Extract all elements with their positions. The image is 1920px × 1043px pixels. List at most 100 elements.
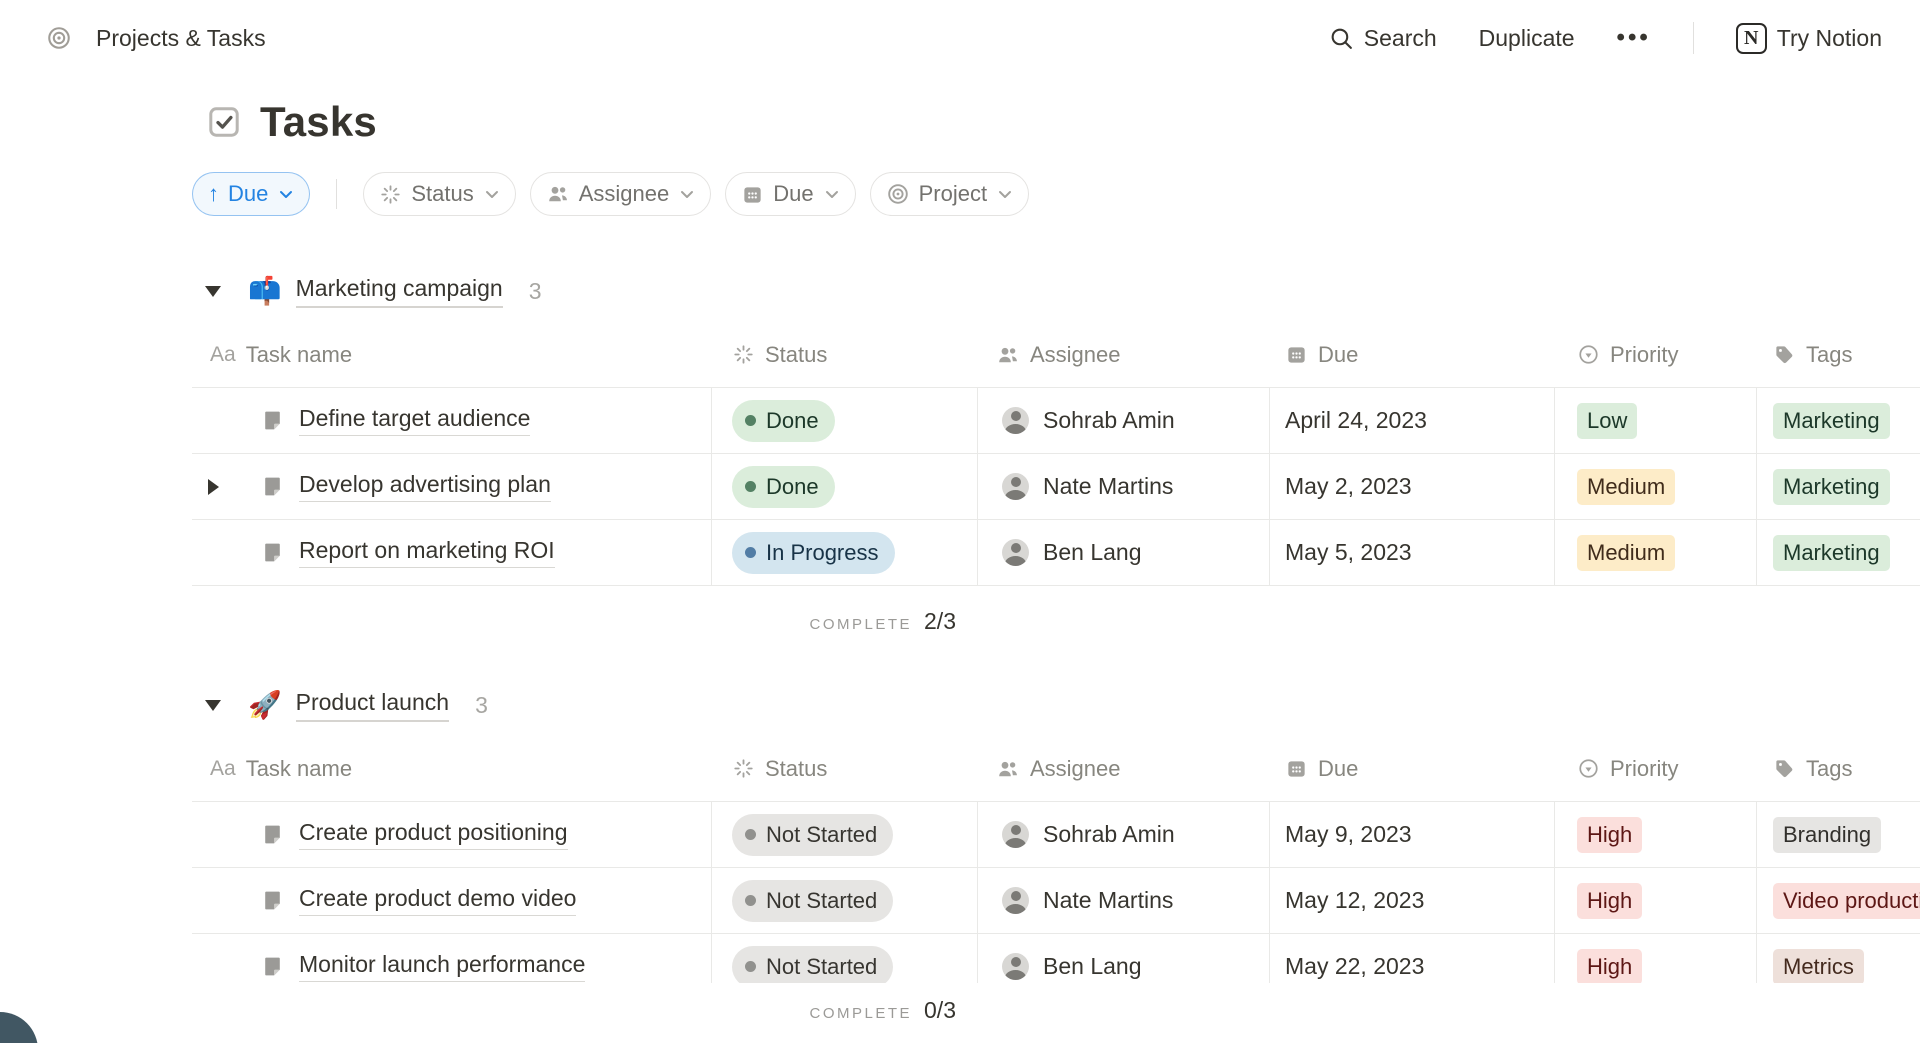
column-header-status[interactable]: Status xyxy=(712,322,978,387)
due-cell[interactable]: May 9, 2023 xyxy=(1270,802,1555,867)
due-cell[interactable]: May 2, 2023 xyxy=(1270,454,1555,519)
assignee-cell[interactable]: Sohrab Amin xyxy=(978,388,1270,453)
task-page-link[interactable]: Create product demo video xyxy=(299,885,576,916)
chevron-down-icon xyxy=(998,190,1012,199)
group-count: 3 xyxy=(475,692,488,719)
task-page-link[interactable]: Report on marketing ROI xyxy=(299,537,555,568)
column-header-status[interactable]: Status xyxy=(712,736,978,801)
priority-cell[interactable]: Medium xyxy=(1555,454,1757,519)
collapse-toggle-icon[interactable] xyxy=(200,692,226,718)
duplicate-button[interactable]: Duplicate xyxy=(1479,25,1575,52)
search-button[interactable]: Search xyxy=(1329,25,1437,52)
assignee-cell[interactable]: Sohrab Amin xyxy=(978,802,1270,867)
task-page-link[interactable]: Create product positioning xyxy=(299,819,568,850)
group-title-link[interactable]: Product launch xyxy=(296,689,449,722)
task-name-cell[interactable]: Define target audience xyxy=(192,388,712,453)
assignee-cell[interactable]: Nate Martins xyxy=(978,454,1270,519)
column-header-task-name[interactable]: Aa Task name xyxy=(192,736,712,801)
breadcrumb[interactable]: Projects & Tasks xyxy=(46,25,266,52)
checkbox-icon xyxy=(206,104,242,140)
column-header-due[interactable]: Due xyxy=(1270,322,1555,387)
assignee-cell[interactable]: Ben Lang xyxy=(978,520,1270,585)
filter-chip-status[interactable]: Status xyxy=(363,172,515,216)
tags-cell[interactable]: Marketing xyxy=(1757,454,1920,519)
column-header-tags[interactable]: Tags xyxy=(1757,736,1920,801)
search-label: Search xyxy=(1364,25,1437,52)
status-cell[interactable]: Done xyxy=(712,454,978,519)
due-date: April 24, 2023 xyxy=(1285,407,1427,434)
priority-cell[interactable]: Low xyxy=(1555,388,1757,453)
column-header-priority[interactable]: Priority xyxy=(1555,736,1757,801)
filter-divider xyxy=(336,179,337,209)
avatar xyxy=(1002,473,1029,500)
assignee-cell[interactable]: Nate Martins xyxy=(978,868,1270,933)
due-cell[interactable]: May 12, 2023 xyxy=(1270,868,1555,933)
group-count: 3 xyxy=(529,278,542,305)
page-icon xyxy=(260,822,285,847)
collapse-toggle-icon[interactable] xyxy=(200,278,226,304)
page-icon xyxy=(260,408,285,433)
column-header-due[interactable]: Due xyxy=(1270,736,1555,801)
status-pill: Not Started xyxy=(732,880,893,922)
column-label: Task name xyxy=(246,756,352,782)
sort-chip-due[interactable]: ↑ Due xyxy=(192,172,310,216)
priority-tag: High xyxy=(1577,949,1642,985)
task-page-link[interactable]: Define target audience xyxy=(299,405,530,436)
avatar xyxy=(1002,407,1029,434)
filter-chip-due[interactable]: Due xyxy=(725,172,855,216)
topbar-divider xyxy=(1693,22,1694,54)
priority-cell[interactable]: High xyxy=(1555,802,1757,867)
breadcrumb-label: Projects & Tasks xyxy=(96,25,266,52)
tasks-table: Aa Task name Status Assignee xyxy=(192,736,1920,1000)
people-icon xyxy=(996,343,1020,367)
try-notion-button[interactable]: N Try Notion xyxy=(1736,23,1882,54)
due-date: May 12, 2023 xyxy=(1285,887,1424,914)
status-label: Not Started xyxy=(766,954,877,980)
status-label: Not Started xyxy=(766,822,877,848)
calendar-icon xyxy=(741,183,764,206)
column-label: Priority xyxy=(1610,756,1678,782)
task-name-cell[interactable]: Report on marketing ROI xyxy=(192,520,712,585)
people-icon xyxy=(546,182,570,206)
status-cell[interactable]: Done xyxy=(712,388,978,453)
priority-cell[interactable]: Medium xyxy=(1555,520,1757,585)
page-icon xyxy=(260,540,285,565)
calendar-icon xyxy=(1285,343,1308,366)
task-page-link[interactable]: Develop advertising plan xyxy=(299,471,551,502)
column-header-priority[interactable]: Priority xyxy=(1555,322,1757,387)
filter-chip-assignee[interactable]: Assignee xyxy=(530,172,712,216)
tag: Marketing xyxy=(1773,403,1890,439)
priority-tag: High xyxy=(1577,883,1642,919)
task-name-cell[interactable]: Create product demo video xyxy=(192,868,712,933)
column-header-assignee[interactable]: Assignee xyxy=(978,736,1270,801)
page-icon xyxy=(260,474,285,499)
tags-cell[interactable]: Branding xyxy=(1757,802,1920,867)
row-expand-toggle[interactable] xyxy=(208,479,260,495)
due-cell[interactable]: May 5, 2023 xyxy=(1270,520,1555,585)
task-page-link[interactable]: Monitor launch performance xyxy=(299,951,585,982)
task-name-cell[interactable]: Develop advertising plan xyxy=(192,454,712,519)
group-title-link[interactable]: Marketing campaign xyxy=(296,275,503,308)
table-row: Define target audience Done Sohrab Amin … xyxy=(192,388,1920,454)
tags-cell[interactable]: Marketing xyxy=(1757,520,1920,585)
page-title[interactable]: Tasks xyxy=(260,98,377,146)
column-header-assignee[interactable]: Assignee xyxy=(978,322,1270,387)
tags-cell[interactable]: Video production xyxy=(1757,868,1920,933)
chevron-down-icon xyxy=(485,190,499,199)
column-label: Due xyxy=(1318,756,1358,782)
tags-cell[interactable]: Marketing xyxy=(1757,388,1920,453)
task-name-cell[interactable]: Create product positioning xyxy=(192,802,712,867)
status-cell[interactable]: Not Started xyxy=(712,802,978,867)
status-cell[interactable]: Not Started xyxy=(712,868,978,933)
people-icon xyxy=(996,757,1020,781)
priority-cell[interactable]: High xyxy=(1555,868,1757,933)
status-cell[interactable]: In Progress xyxy=(712,520,978,585)
column-header-task-name[interactable]: Aa Task name xyxy=(192,322,712,387)
more-menu-button[interactable]: ••• xyxy=(1617,24,1651,52)
status-pill: Not Started xyxy=(732,814,893,856)
group-aggregate[interactable]: COMPLETE 0/3 xyxy=(192,983,978,1043)
group-aggregate[interactable]: COMPLETE 2/3 xyxy=(192,586,978,656)
due-cell[interactable]: April 24, 2023 xyxy=(1270,388,1555,453)
column-header-tags[interactable]: Tags xyxy=(1757,322,1920,387)
filter-chip-project[interactable]: Project xyxy=(870,172,1029,216)
